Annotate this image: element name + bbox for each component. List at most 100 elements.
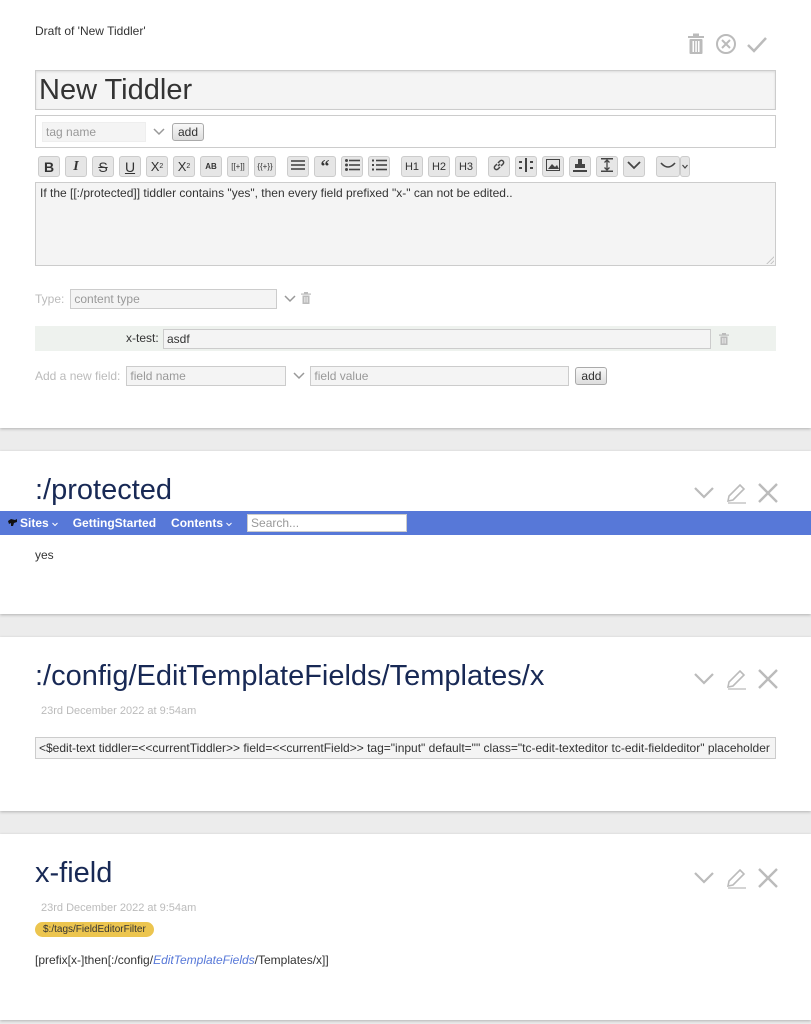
modified-date: 23rd December 2022 at 9:54am	[41, 705, 197, 717]
tiddler-link[interactable]: EditTemplateFields	[153, 953, 255, 967]
stamp-icon	[573, 158, 587, 175]
field-name-dropdown-chevron-icon[interactable]	[290, 367, 308, 385]
more-chevron-button[interactable]	[623, 156, 645, 177]
heading2-button[interactable]: H2	[428, 156, 450, 177]
type-delete-icon[interactable]	[301, 291, 312, 307]
size-icon	[601, 158, 613, 175]
italic-button[interactable]: I	[65, 156, 87, 177]
underline-button[interactable]: U	[119, 156, 141, 177]
code-block: <$edit-text tiddler=<<currentTiddler>> f…	[35, 737, 776, 759]
type-dropdown-chevron-icon[interactable]	[281, 290, 299, 308]
subscript-button[interactable]: X2	[173, 156, 195, 177]
tiddler-controls	[693, 867, 779, 889]
tiddler-body: yes	[35, 548, 54, 562]
field-name-label: x-test:	[126, 331, 159, 345]
bullet-list-button[interactable]	[341, 156, 363, 177]
tag-pill[interactable]: $:/tags/FieldEditorFilter	[35, 922, 154, 937]
linkify-icon	[519, 158, 533, 175]
site-logo-icon	[7, 516, 18, 530]
picture-icon	[546, 159, 560, 174]
superscript-button[interactable]: X2	[146, 156, 168, 177]
close-icon[interactable]	[757, 867, 779, 889]
edit-pencil-icon[interactable]	[725, 867, 747, 889]
more-chevron-icon[interactable]	[693, 672, 715, 686]
body-text-post: /Templates/x]]	[254, 953, 329, 967]
add-field-label: Add a new field:	[35, 369, 121, 383]
excise-button[interactable]	[287, 156, 309, 177]
preview-icon	[660, 161, 676, 173]
tiddler-title: x-field	[35, 857, 113, 889]
search-input[interactable]: Search...	[247, 514, 408, 532]
quote-icon: “	[320, 156, 330, 176]
tiddler-title: :/protected	[35, 474, 173, 506]
top-menu-bar: Sites GettingStarted Contents Search...	[0, 511, 811, 535]
contents-menu-label: Contents	[171, 516, 224, 530]
resize-handle-icon[interactable]	[766, 256, 774, 264]
link-button[interactable]	[488, 156, 510, 177]
close-icon[interactable]	[757, 482, 779, 504]
stamp-button[interactable]	[569, 156, 591, 177]
close-icon[interactable]	[757, 668, 779, 690]
tiddler-controls	[693, 668, 779, 690]
type-label: Type:	[35, 292, 65, 306]
sites-chevron-down-icon	[51, 516, 58, 530]
body-text-pre: [prefix[x-]then[:/config/	[35, 953, 154, 967]
smallcaps-button[interactable]: AB	[200, 156, 222, 177]
bullet-list-icon	[344, 159, 360, 174]
tag-name-input[interactable]: tag name	[42, 121, 146, 142]
draft-tiddler: Draft of 'New Tiddler' New Tiddler tag n…	[0, 0, 811, 428]
transclude-button[interactable]: {{+}}	[254, 156, 276, 177]
getting-started-link[interactable]: GettingStarted	[73, 516, 156, 530]
tag-add-button[interactable]: add	[172, 122, 205, 141]
sites-menu-label: Sites	[20, 516, 49, 530]
new-field-value-input[interactable]: field value	[310, 366, 570, 386]
size-button[interactable]	[596, 156, 618, 177]
edit-pencil-icon[interactable]	[725, 482, 747, 504]
tiddler-controls	[693, 482, 779, 504]
subscript-mark: 2	[186, 163, 191, 170]
tag-dropdown-chevron-icon[interactable]	[150, 123, 168, 141]
sites-menu[interactable]: Sites	[20, 516, 58, 530]
field-value-input[interactable]: asdf	[163, 329, 711, 349]
linkify-button[interactable]	[515, 156, 537, 177]
link-icon	[492, 158, 506, 175]
done-check-icon[interactable]	[746, 33, 768, 55]
picture-button[interactable]	[542, 156, 564, 177]
template-tiddler: :/config/EditTemplateFields/Templates/x …	[0, 637, 811, 811]
chevron-down-icon	[627, 160, 641, 173]
superscript-label: X	[150, 159, 160, 174]
excise-icon	[291, 160, 305, 173]
draft-label: Draft of 'New Tiddler'	[35, 24, 146, 38]
new-field-name-input[interactable]: field name	[126, 366, 287, 386]
preview-button[interactable]	[656, 156, 680, 177]
new-field-add-button[interactable]: add	[575, 367, 608, 385]
content-type-input[interactable]: content type	[70, 289, 278, 309]
tiddler-title: :/config/EditTemplateFields/Templates/x	[35, 660, 545, 692]
tag-editor-row: tag name add	[35, 115, 776, 148]
field-delete-icon[interactable]	[719, 332, 729, 350]
edit-pencil-icon[interactable]	[725, 668, 747, 690]
subscript-label: X	[177, 159, 187, 174]
more-chevron-icon[interactable]	[693, 871, 715, 885]
wikilink-button[interactable]: [[+]]	[227, 156, 249, 177]
cancel-icon[interactable]	[715, 33, 737, 55]
heading3-button[interactable]: H3	[455, 156, 477, 177]
strikethrough-button[interactable]: S	[92, 156, 114, 177]
tiddler-body: [prefix[x-]then[:/config/EditTemplateFie…	[35, 953, 329, 967]
numbered-list-icon	[371, 159, 387, 174]
add-field-row: Add a new field: field name field value …	[35, 366, 608, 386]
numbered-list-button[interactable]	[368, 156, 390, 177]
field-row-x-test: x-test: asdf	[35, 326, 776, 351]
more-chevron-icon[interactable]	[693, 486, 715, 500]
draft-controls	[686, 33, 768, 55]
preview-type-dropdown[interactable]	[680, 156, 690, 177]
contents-menu[interactable]: Contents	[171, 516, 232, 530]
delete-icon[interactable]	[686, 33, 706, 55]
title-input[interactable]: New Tiddler	[35, 70, 776, 110]
text-editor[interactable]: If the [[:/protected]] tiddler contains …	[35, 182, 776, 266]
heading1-button[interactable]: H1	[401, 156, 423, 177]
preview-dropdown-chevron-icon	[682, 161, 688, 173]
bold-button[interactable]: B	[38, 156, 60, 177]
contents-chevron-down-icon	[226, 516, 232, 530]
quote-button[interactable]: “	[314, 156, 336, 177]
